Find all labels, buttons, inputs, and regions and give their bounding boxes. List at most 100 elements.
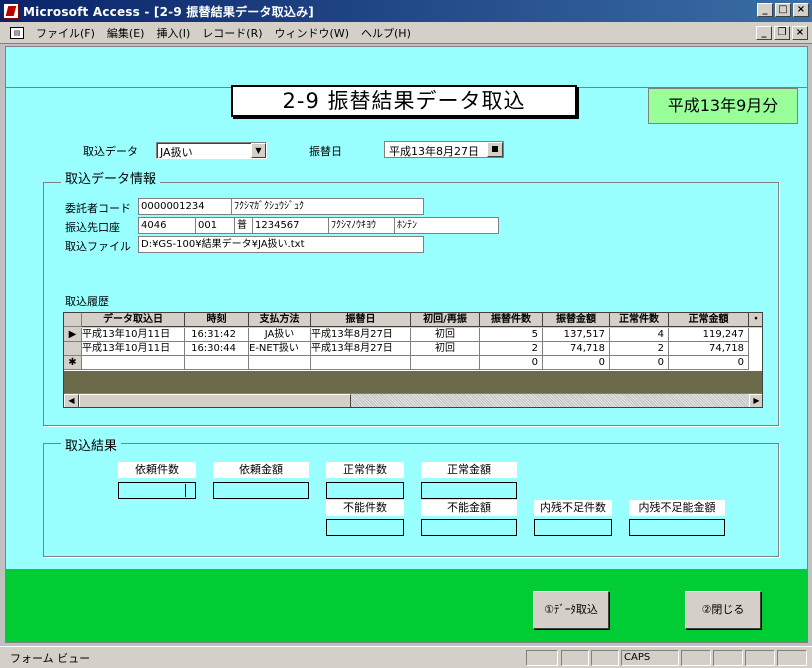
cell-first-retry: 初回 xyxy=(411,342,480,356)
caps-indicator: CAPS xyxy=(621,650,679,666)
cell-normal-count: 4 xyxy=(610,328,669,342)
window-controls: _ □ × xyxy=(757,3,809,17)
cell-time: 16:31:42 xyxy=(185,328,249,342)
cell-normal-amount: 119,247 xyxy=(669,328,749,342)
normal-count-field[interactable] xyxy=(326,482,404,499)
menu-help[interactable]: ヘルプ(H) xyxy=(355,25,417,41)
transfer-date-field[interactable]: 平成13年8月27日 xyxy=(384,141,504,158)
cell-time: 16:30:44 xyxy=(185,342,249,356)
form-footer: ①ﾃﾞｰﾀ取込 ②閉じる xyxy=(6,569,807,642)
menu-window[interactable]: ウィンドウ(W) xyxy=(269,25,355,41)
request-amount-field[interactable] xyxy=(213,482,309,499)
new-record-row[interactable]: ✱ 0 0 0 0 xyxy=(64,356,749,370)
table-row[interactable]: 平成13年10月11日 16:30:44 E-NET扱い 平成13年8月27日 … xyxy=(64,342,749,356)
menu-record[interactable]: レコード(R) xyxy=(196,25,268,41)
cell-transfer-amount[interactable]: 0 xyxy=(543,356,610,370)
window-titlebar: Microsoft Access - [2-9 振替結果データ取込み] _ □ … xyxy=(0,0,812,22)
window-title: Microsoft Access - [2-9 振替結果データ取込み] xyxy=(23,4,314,19)
maximize-button[interactable]: □ xyxy=(775,3,791,17)
bank-code-field: 4046 xyxy=(138,217,196,234)
cell-first-retry: 初回 xyxy=(411,328,480,342)
cell-transfer-amount: 74,718 xyxy=(543,342,610,356)
results-label: 取込結果 xyxy=(61,434,122,455)
cell-transfer-count[interactable]: 0 xyxy=(480,356,543,370)
scroll-right-icon[interactable]: ▶ xyxy=(749,394,762,407)
account-label: 振込先口座 xyxy=(65,221,120,234)
cell-import-date[interactable] xyxy=(82,356,185,370)
import-data-combo[interactable]: JA扱い ▼ xyxy=(156,142,267,159)
col-normal-count[interactable]: 正常件数 xyxy=(610,313,669,327)
import-file-label: 取込ファイル xyxy=(65,240,131,253)
minimize-button[interactable]: _ xyxy=(757,3,773,17)
cell-first-retry[interactable] xyxy=(411,356,480,370)
mdi-minimize-button[interactable]: _ xyxy=(756,26,772,40)
col-transfer-amount[interactable]: 振替金額 xyxy=(543,313,610,327)
row-selector[interactable] xyxy=(64,342,82,356)
request-count-label: 依頼件数 xyxy=(118,462,196,478)
row-current-marker-icon[interactable]: ▶ xyxy=(64,328,82,342)
access-form: 2-9 振替結果データ取込 平成13年9月分 取込データ JA扱い ▼ 振替日 … xyxy=(5,46,808,643)
scroll-thumb[interactable] xyxy=(79,394,351,407)
import-data-value: JA扱い xyxy=(160,146,193,159)
consignor-code-field: 0000001234 xyxy=(138,198,232,215)
failed-amount-field[interactable] xyxy=(421,519,517,536)
menu-insert[interactable]: 挿入(I) xyxy=(150,25,196,41)
cell-payment-method: E-NET扱い xyxy=(249,342,311,356)
grid-empty-area xyxy=(64,371,762,393)
cell-transfer-date[interactable] xyxy=(311,356,411,370)
grid-horizontal-scrollbar[interactable]: ◀ ▶ xyxy=(64,393,762,407)
scroll-left-icon[interactable]: ◀ xyxy=(64,394,79,407)
cell-payment-method: JA扱い xyxy=(249,328,311,342)
import-data-label: 取込データ xyxy=(83,145,138,158)
menu-file[interactable]: ファイル(F) xyxy=(30,25,101,41)
failed-count-field[interactable] xyxy=(326,519,404,536)
form-title: 2-9 振替結果データ取込 xyxy=(231,85,577,117)
internal-failed-amount-field[interactable] xyxy=(629,519,725,536)
internal-failed-count-field[interactable] xyxy=(534,519,612,536)
col-import-date[interactable]: データ取込日 xyxy=(82,313,185,327)
col-normal-amount[interactable]: 正常金額 xyxy=(669,313,749,327)
status-panel-2 xyxy=(561,650,589,666)
cell-transfer-count: 5 xyxy=(480,328,543,342)
status-panel-5 xyxy=(681,650,711,666)
transfer-date-value: 平成13年8月27日 xyxy=(389,145,479,158)
col-time[interactable]: 時刻 xyxy=(185,313,249,327)
text-cursor xyxy=(185,484,186,497)
consignor-code-label: 委託者コード xyxy=(65,202,131,215)
cell-normal-amount: 74,718 xyxy=(669,342,749,356)
form-doc-icon[interactable]: ▤ xyxy=(10,26,24,39)
table-row[interactable]: ▶ 平成13年10月11日 16:31:42 JA扱い 平成13年8月27日 初… xyxy=(64,328,749,342)
cell-normal-amount[interactable]: 0 xyxy=(669,356,749,370)
chevron-down-icon[interactable]: ▼ xyxy=(251,143,266,158)
cell-time[interactable] xyxy=(185,356,249,370)
transfer-date-label: 振替日 xyxy=(309,145,342,158)
mdi-close-button[interactable]: × xyxy=(792,26,808,40)
failed-count-label: 不能件数 xyxy=(326,500,404,516)
new-record-asterisk-icon[interactable]: ✱ xyxy=(64,356,82,370)
col-transfer-count[interactable]: 振替件数 xyxy=(480,313,543,327)
date-picker-button[interactable] xyxy=(487,142,503,157)
col-first-retry[interactable]: 初回/再振 xyxy=(411,313,480,327)
import-button[interactable]: ①ﾃﾞｰﾀ取込 xyxy=(533,591,609,629)
cell-transfer-date: 平成13年8月27日 xyxy=(311,342,411,356)
consignor-name-field: ﾌｸｼﾏｶﾞｸｼｭｳｼﾞｭｸ xyxy=(231,198,424,215)
history-datasheet[interactable]: データ取込日 時刻 支払方法 振替日 初回/再振 振替件数 振替金額 正常件数 … xyxy=(63,312,763,408)
request-count-field[interactable] xyxy=(118,482,196,499)
status-panel-3 xyxy=(591,650,619,666)
normal-amount-field[interactable] xyxy=(421,482,517,499)
cell-normal-count[interactable]: 0 xyxy=(610,356,669,370)
cell-transfer-amount: 137,517 xyxy=(543,328,610,342)
menu-edit[interactable]: 編集(E) xyxy=(101,25,151,41)
cell-payment-method[interactable] xyxy=(249,356,311,370)
close-button[interactable]: ②閉じる xyxy=(685,591,761,629)
access-app-icon xyxy=(3,3,19,19)
col-payment-method[interactable]: 支払方法 xyxy=(249,313,311,327)
request-amount-label: 依頼金額 xyxy=(213,462,309,478)
status-bar: フォーム ビュー CAPS xyxy=(0,646,812,668)
mdi-restore-button[interactable]: ❐ xyxy=(774,26,790,40)
period-badge: 平成13年9月分 xyxy=(648,88,798,124)
col-overflow: ・ xyxy=(749,313,762,327)
col-transfer-date[interactable]: 振替日 xyxy=(311,313,411,327)
close-window-button[interactable]: × xyxy=(793,3,809,17)
grid-corner[interactable] xyxy=(64,313,82,327)
